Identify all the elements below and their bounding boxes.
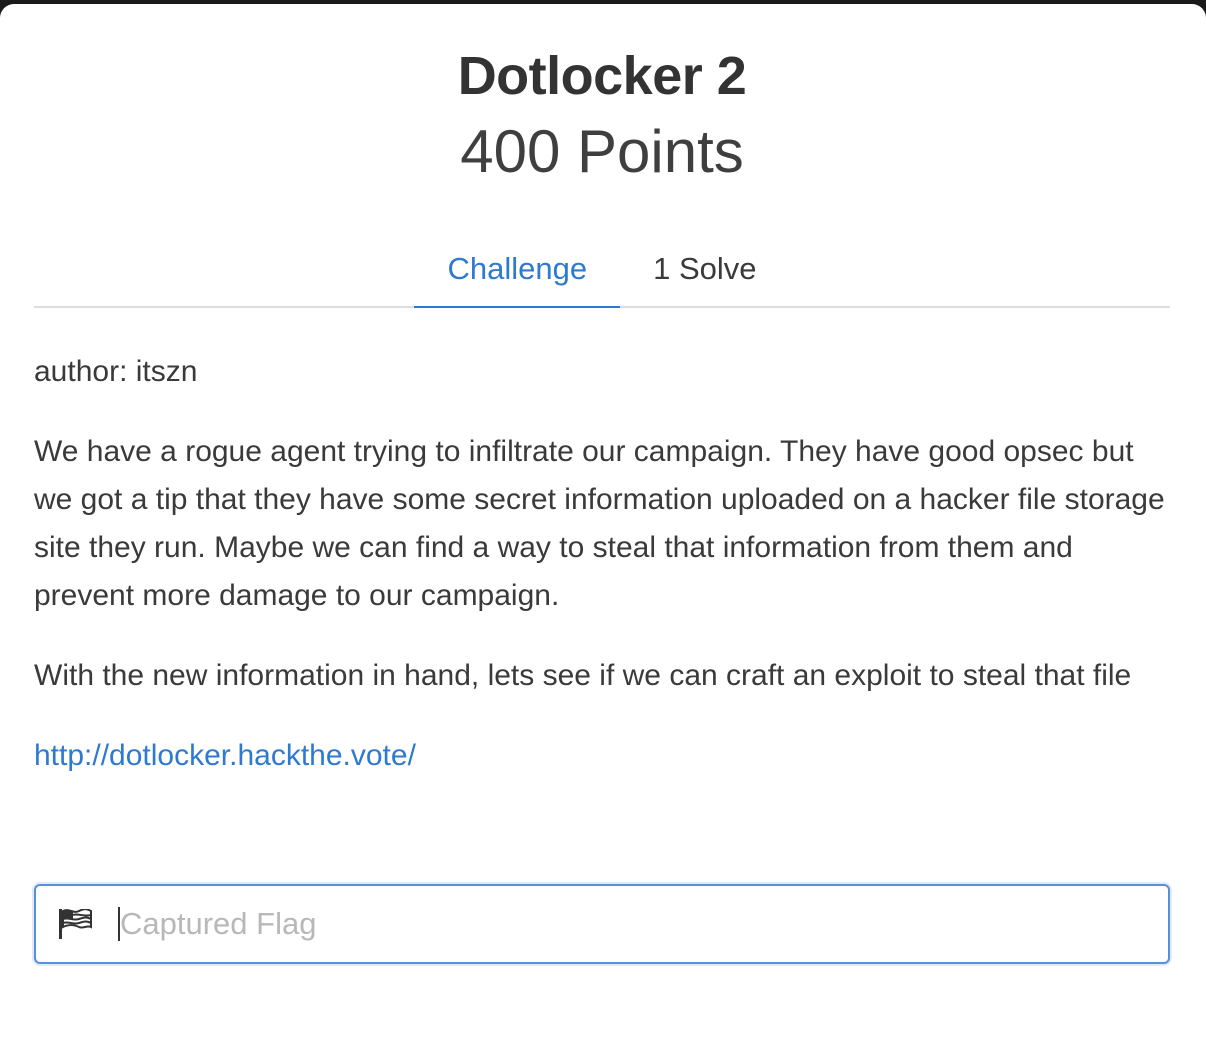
challenge-description: author: itszn We have a rogue agent tryi…	[34, 308, 1170, 780]
challenge-title: Dotlocker 2	[457, 46, 747, 106]
challenge-points: 400 Points	[460, 118, 744, 185]
description-paragraph-2: With the new information in hand, lets s…	[34, 659, 1132, 692]
challenge-modal: Dotlocker 2 400 Points Challenge 1 Solve…	[0, 4, 1206, 1046]
challenge-header: Dotlocker 2 400 Points	[34, 4, 1170, 188]
tab-solves[interactable]: 1 Solve	[620, 232, 789, 306]
flag-submit-form	[34, 884, 1170, 964]
description-paragraph-1: We have a rogue agent trying to infiltra…	[34, 435, 1165, 612]
challenge-author: author: itszn	[34, 355, 198, 388]
challenge-link[interactable]: http://dotlocker.hackthe.vote/	[34, 739, 416, 772]
challenge-tabs: Challenge 1 Solve	[34, 232, 1170, 308]
flag-input[interactable]	[120, 906, 1168, 942]
flag-icon	[58, 907, 92, 941]
tab-challenge[interactable]: Challenge	[414, 232, 620, 308]
